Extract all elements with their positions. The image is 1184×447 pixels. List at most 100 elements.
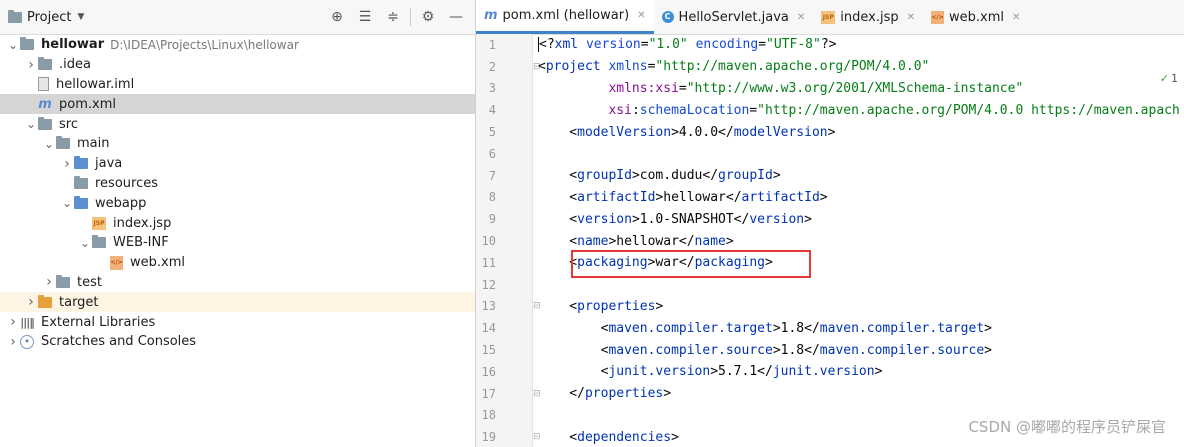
project-view-selector[interactable]: Project ▼ — [8, 9, 84, 25]
line-number: 14 — [481, 321, 496, 336]
tree-item[interactable]: hellowar.iml — [0, 75, 475, 95]
code-line: 6 — [476, 143, 1184, 165]
tab-label: web.xml — [949, 9, 1004, 25]
tree-item[interactable]: › java — [0, 154, 475, 174]
line-number: 2 — [488, 59, 496, 74]
line-number: 18 — [481, 408, 496, 423]
code-editor[interactable]: 1 <?xml version="1.0" encoding="UTF-8"?> 2… — [476, 34, 1184, 447]
chevron-right-icon[interactable]: › — [24, 294, 38, 310]
tree-item-label: web.xml — [130, 255, 185, 271]
tree-item[interactable]: ⌄ src — [0, 114, 475, 134]
code-line: 14 <maven.compiler.target>1.8</maven.com… — [476, 317, 1184, 339]
code-text: <groupId>com.dudu</groupId> — [538, 168, 781, 184]
tree-item[interactable]: resources — [0, 174, 475, 194]
close-icon[interactable]: ✕ — [1012, 12, 1020, 23]
toolbar-divider — [410, 8, 411, 26]
close-icon[interactable]: ✕ — [907, 12, 915, 23]
editor-tab[interactable]: </> web.xml ✕ — [923, 0, 1028, 34]
tree-item[interactable]: ⌄ hellowar D:\IDEA\Projects\Linux\hellowar — [0, 35, 475, 55]
editor-tab[interactable]: JSP index.jsp ✕ — [813, 0, 923, 34]
maven-file-icon: m — [38, 96, 52, 112]
tree-item[interactable]: </> web.xml — [0, 253, 475, 273]
chevron-down-icon[interactable]: ⌄ — [60, 196, 74, 210]
panel-toolbar: ⊕ ☰ ≑ ⚙ — — [326, 6, 467, 28]
tree-item-label: pom.xml — [59, 96, 116, 112]
scratches-icon: • — [20, 334, 34, 349]
expand-all-icon[interactable]: ☰ — [354, 6, 376, 28]
code-line: 7 <groupId>com.dudu</groupId> — [476, 165, 1184, 187]
line-number: 6 — [488, 146, 496, 161]
chevron-right-icon[interactable]: › — [24, 57, 38, 73]
chevron-right-icon[interactable]: › — [60, 156, 74, 172]
tree-item[interactable]: › test — [0, 273, 475, 293]
code-text: <?xml version="1.0" encoding="UTF-8"?> — [538, 37, 837, 53]
chevron-right-icon[interactable]: › — [6, 314, 20, 330]
folder-icon — [20, 37, 34, 51]
line-number: 5 — [488, 125, 496, 140]
code-text: </properties> — [538, 386, 672, 402]
tree-item-label: java — [95, 156, 123, 172]
code-text: <version>1.0-SNAPSHOT</version> — [538, 211, 812, 227]
code-line: 16 <junit.version>5.7.1</junit.version> — [476, 361, 1184, 383]
project-panel-title: Project — [27, 9, 72, 25]
folder-icon — [74, 195, 88, 209]
chevron-right-icon[interactable]: › — [6, 334, 20, 350]
project-panel: Project ▼ ⊕ ☰ ≑ ⚙ — ⌄ hellowar D:\IDEA\Pro… — [0, 0, 476, 447]
folder-icon — [38, 116, 52, 130]
folder-icon — [8, 9, 22, 23]
xml-file-icon: </> — [110, 255, 123, 270]
chevron-down-icon[interactable]: ⌄ — [42, 137, 56, 151]
tree-item[interactable]: m pom.xml — [0, 94, 475, 115]
tree-item[interactable]: JSP index.jsp — [0, 213, 475, 233]
inspection-check-icon[interactable]: ✓ 1 — [1160, 72, 1178, 85]
line-number: 11 — [481, 255, 496, 270]
line-number: 1 — [488, 37, 496, 52]
tree-item[interactable]: › target — [0, 292, 475, 313]
tree-item-label: hellowar.iml — [56, 76, 135, 92]
code-text: xsi:schemaLocation="http://maven.apache.… — [608, 102, 1180, 118]
highlight-box — [571, 250, 811, 278]
code-line: 3 xmlns:xsi="http://www.w3.org/2001/XMLS… — [476, 78, 1184, 100]
jsp-file-icon: JSP — [92, 216, 106, 230]
line-number: 3 — [488, 81, 496, 96]
tree-item[interactable]: ⌄ webapp — [0, 193, 475, 213]
collapse-all-icon[interactable]: ≑ — [382, 6, 404, 28]
code-text: <dependencies> — [538, 429, 679, 445]
tab-label: HelloServlet.java — [678, 9, 789, 25]
minimize-icon[interactable]: — — [445, 6, 467, 28]
project-path: D:\IDEA\Projects\Linux\hellowar — [110, 37, 299, 52]
editor-tab[interactable]: C HelloServlet.java ✕ — [654, 0, 814, 34]
tree-item[interactable]: ⌄ main — [0, 134, 475, 154]
chevron-right-icon[interactable]: › — [42, 274, 56, 290]
chevron-down-icon[interactable]: ⌄ — [78, 236, 92, 250]
line-number: 9 — [488, 212, 496, 227]
close-icon[interactable]: ✕ — [637, 10, 645, 21]
code-text: <maven.compiler.target>1.8</maven.compil… — [538, 320, 992, 336]
code-line: 17 ⊟ </properties> — [476, 383, 1184, 405]
tree-item[interactable]: › |||‖ External Libraries — [0, 312, 475, 332]
tree-item-label: hellowar — [41, 37, 105, 53]
close-icon[interactable]: ✕ — [797, 12, 805, 23]
code-text: <properties> — [538, 298, 664, 314]
tree-item[interactable]: › • Scratches and Consoles — [0, 332, 475, 352]
inspection-count: 1 — [1171, 72, 1178, 85]
tree-item[interactable]: › .idea — [0, 55, 475, 75]
line-number: 13 — [481, 299, 496, 314]
chevron-down-icon[interactable]: ⌄ — [24, 117, 38, 131]
watermark: CSDN @嘟嘟的程序员铲屎官 — [968, 418, 1166, 436]
line-number: 17 — [481, 386, 496, 401]
tree-item[interactable]: ⌄ WEB-INF — [0, 233, 475, 253]
editor-tabs: m pom.xml (hellowar) ✕ C HelloServlet.java ✕ J… — [476, 0, 1184, 35]
tree-item-label: index.jsp — [113, 215, 172, 231]
editor-tab[interactable]: m pom.xml (hellowar) ✕ — [476, 0, 654, 34]
code-line: 10 <name>hellowar</name> — [476, 230, 1184, 252]
chevron-down-icon[interactable]: ⌄ — [6, 38, 20, 52]
gear-icon[interactable]: ⚙ — [417, 6, 439, 28]
tree-item-label: target — [59, 294, 99, 310]
project-panel-header: Project ▼ ⊕ ☰ ≑ ⚙ — — [0, 0, 475, 35]
code-line: 5 <modelVersion>4.0.0</modelVersion> — [476, 121, 1184, 143]
line-number: 15 — [481, 343, 496, 358]
code-lines: 1 <?xml version="1.0" encoding="UTF-8"?> 2… — [476, 34, 1184, 447]
tree-item-label: resources — [95, 175, 159, 191]
crosshair-icon[interactable]: ⊕ — [326, 6, 348, 28]
